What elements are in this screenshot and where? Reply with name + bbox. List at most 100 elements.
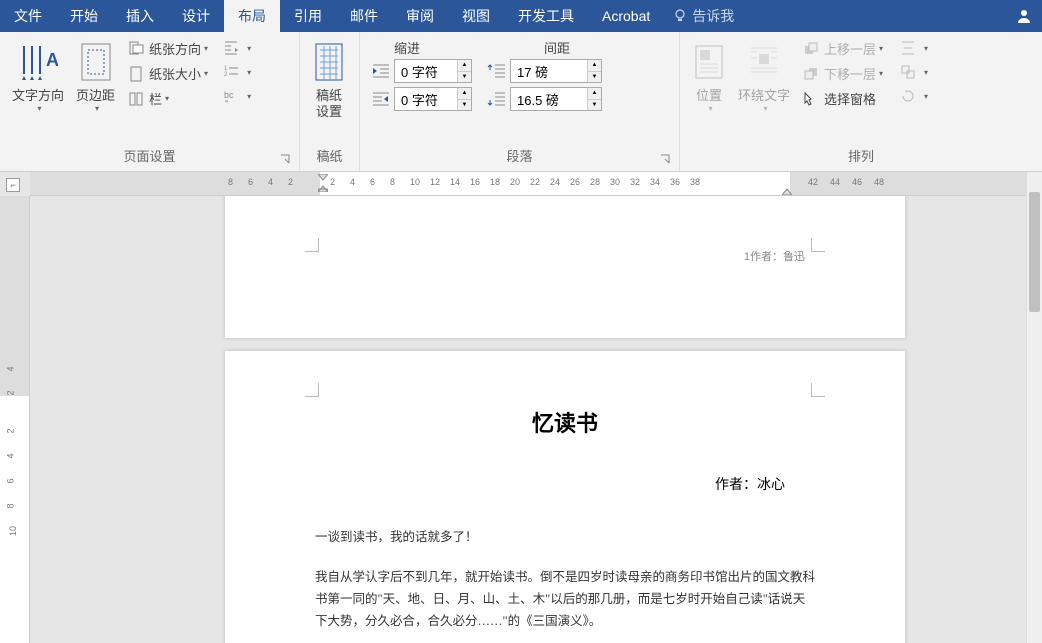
hyphenation-icon: bc: [223, 88, 239, 104]
group-label-paragraph: 段落: [506, 149, 532, 164]
space-after-down[interactable]: ▼: [587, 100, 601, 111]
send-backward-icon: [803, 66, 819, 82]
ruler-tick: 34: [650, 177, 660, 187]
text-direction-button[interactable]: A 文字方向▾: [6, 36, 70, 115]
vruler-tick: 10: [8, 526, 18, 536]
menu-insert[interactable]: 插入: [112, 0, 168, 32]
document-canvas[interactable]: 1作者：鲁迅 忆读书 作者：冰心 一谈到读书，我的话就多了！ 我自从学认字后不到…: [30, 196, 1042, 643]
tell-me-search[interactable]: 告诉我: [672, 0, 734, 32]
ruler-tick: 6: [370, 177, 375, 187]
ruler-tick: 20: [510, 177, 520, 187]
ruler-tick: 46: [852, 177, 862, 187]
manuscript-settings-button[interactable]: 稿纸 设置: [306, 36, 352, 122]
group-label-page-setup: 页面设置: [123, 149, 175, 164]
margins-button[interactable]: 页边距▾: [70, 36, 121, 115]
bring-forward-button[interactable]: 上移一层▾: [798, 37, 887, 60]
page1-footer: 1作者：鲁迅: [744, 248, 805, 264]
svg-text:2: 2: [224, 72, 228, 78]
scrollbar-thumb[interactable]: [1029, 192, 1040, 312]
columns-button[interactable]: 栏▾: [123, 87, 212, 110]
ruler-tick: 42: [808, 177, 818, 187]
ruler-corner[interactable]: ⌐: [6, 178, 20, 192]
group-objects-button[interactable]: ▾: [895, 61, 932, 83]
breaks-button[interactable]: ▾: [218, 37, 255, 59]
menu-home[interactable]: 开始: [56, 0, 112, 32]
menu-file[interactable]: 文件: [0, 0, 56, 32]
space-before-up[interactable]: ▲: [587, 60, 601, 72]
lightbulb-icon: [672, 8, 688, 24]
spacing-header: 间距: [516, 38, 666, 57]
vertical-ruler[interactable]: 42246810: [0, 196, 30, 643]
position-button[interactable]: 位置▾: [686, 36, 732, 115]
columns-icon: [128, 91, 144, 107]
ruler-tick: 2: [288, 177, 293, 187]
manuscript-icon: [312, 40, 346, 84]
vruler-tick: 2: [6, 390, 16, 395]
space-before-down[interactable]: ▼: [587, 72, 601, 83]
indent-left-marker[interactable]: [318, 174, 328, 197]
vruler-tick: 6: [6, 478, 16, 483]
menu-acrobat[interactable]: Acrobat: [588, 0, 664, 32]
space-before-icon: [484, 60, 510, 82]
ruler-tick: 12: [430, 177, 440, 187]
size-button[interactable]: 纸张大小▾: [123, 62, 212, 85]
rotate-icon: [900, 88, 916, 104]
indent-left-down[interactable]: ▼: [457, 72, 471, 83]
ruler-tick: 18: [490, 177, 500, 187]
page-2: 忆读书 作者：冰心 一谈到读书，我的话就多了！ 我自从学认字后不到几年，就开始读…: [225, 351, 905, 643]
vertical-scrollbar[interactable]: [1026, 172, 1042, 643]
group-page-setup: A 文字方向▾ 页边距▾ 纸张方向▾ 纸张大小▾ 栏▾ ▾ 12▾ bc▾ 页面…: [0, 32, 300, 171]
vruler-tick: 4: [6, 453, 16, 458]
rotate-button[interactable]: ▾: [895, 85, 932, 107]
horizontal-ruler[interactable]: 8642246810121416182022242628303234363842…: [30, 172, 1042, 196]
page-setup-launcher[interactable]: [279, 153, 291, 165]
menu-references[interactable]: 引用: [280, 0, 336, 32]
indent-left-up[interactable]: ▲: [457, 60, 471, 72]
share-button[interactable]: [1006, 0, 1042, 32]
vruler-tick: 8: [6, 503, 16, 508]
paragraph-2: 我自从学认字后不到几年，就开始读书。倒不是四岁时读母亲的商务印书馆出片的国文教科…: [315, 566, 815, 632]
line-numbers-button[interactable]: 12▾: [218, 61, 255, 83]
selection-pane-button[interactable]: 选择窗格: [798, 87, 887, 110]
menu-view[interactable]: 视图: [448, 0, 504, 32]
ruler-tick: 16: [470, 177, 480, 187]
align-button[interactable]: ▾: [895, 37, 932, 59]
ruler-tick: 14: [450, 177, 460, 187]
ruler-tick: 4: [350, 177, 355, 187]
ruler-tick: 28: [590, 177, 600, 187]
breaks-icon: [223, 40, 239, 56]
svg-text:bc: bc: [224, 90, 234, 100]
ruler-tick: 8: [390, 177, 395, 187]
ribbon: A 文字方向▾ 页边距▾ 纸张方向▾ 纸张大小▾ 栏▾ ▾ 12▾ bc▾ 页面…: [0, 32, 1042, 172]
ruler-tick: 2: [330, 177, 335, 187]
hyphenation-button[interactable]: bc▾: [218, 85, 255, 107]
selection-pane-icon: [803, 91, 819, 107]
wrap-text-button[interactable]: 环绕文字▾: [732, 36, 796, 115]
ruler-tick: 26: [570, 177, 580, 187]
menu-review[interactable]: 审阅: [392, 0, 448, 32]
send-backward-button[interactable]: 下移一层▾: [798, 62, 887, 85]
menu-developer[interactable]: 开发工具: [504, 0, 588, 32]
indent-right-down[interactable]: ▼: [457, 100, 471, 111]
group-label-manuscript: 稿纸: [306, 142, 353, 171]
group-label-arrange: 排列: [686, 142, 1036, 171]
position-icon: [692, 40, 726, 84]
paragraph-launcher[interactable]: [659, 153, 671, 165]
menu-mailings[interactable]: 邮件: [336, 0, 392, 32]
space-after-up[interactable]: ▲: [587, 88, 601, 100]
group-manuscript: 稿纸 设置 稿纸: [300, 32, 360, 171]
indent-header: 缩进: [366, 38, 516, 57]
menu-layout[interactable]: 布局: [224, 0, 280, 32]
group-arrange: 位置▾ 环绕文字▾ 上移一层▾ 下移一层▾ 选择窗格 ▾ ▾ ▾ 排列: [680, 32, 1042, 171]
indent-right-up[interactable]: ▲: [457, 88, 471, 100]
orientation-button[interactable]: 纸张方向▾: [123, 37, 212, 60]
menu-design[interactable]: 设计: [168, 0, 224, 32]
space-after-icon: [484, 88, 510, 110]
person-icon: [1016, 8, 1032, 24]
ruler-tick: 4: [268, 177, 273, 187]
group-paragraph: 缩进 间距 ▲▼ ▲▼ ▲▼: [360, 32, 680, 171]
ruler-tick: 24: [550, 177, 560, 187]
vruler-tick: 2: [6, 428, 16, 433]
size-icon: [128, 66, 144, 82]
ruler-tick: 38: [690, 177, 700, 187]
